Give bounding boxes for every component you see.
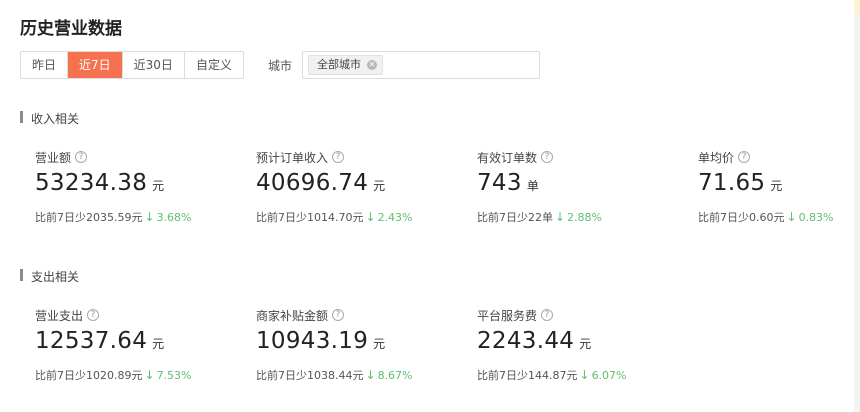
metric-label: 平台服务费 bbox=[477, 308, 538, 323]
arrow-down-icon: ↓ bbox=[555, 210, 566, 224]
city-select[interactable]: 全部城市 ✕ bbox=[301, 51, 540, 79]
help-icon[interactable]: ? bbox=[332, 151, 345, 163]
metric-value: 743 bbox=[477, 170, 522, 196]
metric-change-percent: 6.07% bbox=[591, 368, 627, 382]
metric-value: 53234.38 bbox=[35, 170, 148, 196]
arrow-down-icon: ↓ bbox=[144, 368, 155, 382]
metric-unit: 元 bbox=[152, 179, 165, 193]
arrow-down-icon: ↓ bbox=[579, 368, 590, 382]
metric-compare-text: 比前7日少1014.70元 bbox=[256, 211, 364, 224]
filter-bar: 昨日 近7日 近30日 自定义 城市 全部城市 ✕ bbox=[20, 51, 540, 79]
help-icon[interactable]: ? bbox=[541, 309, 554, 321]
metric-unit: 元 bbox=[770, 179, 783, 193]
metric-value: 12537.64 bbox=[35, 328, 148, 354]
metric-unit: 单 bbox=[526, 179, 539, 193]
metric-change-percent: 8.67% bbox=[377, 368, 413, 382]
metric-label: 营业额 bbox=[35, 150, 72, 165]
help-icon[interactable]: ? bbox=[75, 151, 88, 163]
metric-label: 商家补贴金额 bbox=[256, 308, 329, 323]
metric-revenue: 营业额 ? 53234.38 元 比前7日少2035.59元 ↓ 3.68% bbox=[35, 149, 235, 225]
date-option-custom[interactable]: 自定义 bbox=[185, 52, 243, 78]
right-edge-strip bbox=[854, 0, 860, 412]
metric-expected-order-income: 预计订单收入 ? 40696.74 元 比前7日少1014.70元 ↓ 2.43… bbox=[256, 149, 456, 225]
arrow-down-icon: ↓ bbox=[144, 210, 155, 224]
arrow-down-icon: ↓ bbox=[786, 210, 797, 224]
metric-label: 营业支出 bbox=[35, 308, 84, 323]
metric-label: 单均价 bbox=[698, 150, 735, 165]
date-range-selector: 昨日 近7日 近30日 自定义 bbox=[20, 51, 244, 79]
metric-value: 40696.74 bbox=[256, 170, 369, 196]
city-label: 城市 bbox=[267, 58, 292, 73]
arrow-down-icon: ↓ bbox=[365, 210, 376, 224]
city-tag: 全部城市 ✕ bbox=[307, 55, 383, 75]
date-option-yesterday[interactable]: 昨日 bbox=[21, 52, 69, 78]
metric-platform-service-fee: 平台服务费 ? 2243.44 元 比前7日少144.87元 ↓ 6.07% bbox=[477, 307, 677, 383]
metric-label: 有效订单数 bbox=[477, 150, 538, 165]
metric-value: 2243.44 bbox=[477, 328, 575, 354]
metric-compare-text: 比前7日少22单 bbox=[477, 211, 553, 224]
metric-merchant-subsidy: 商家补贴金额 ? 10943.19 元 比前7日少1038.44元 ↓ 8.67… bbox=[256, 307, 456, 383]
arrow-down-icon: ↓ bbox=[365, 368, 376, 382]
metric-unit: 元 bbox=[373, 337, 386, 351]
metric-value: 10943.19 bbox=[256, 328, 369, 354]
metric-compare-text: 比前7日少1038.44元 bbox=[256, 369, 364, 382]
metric-label: 预计订单收入 bbox=[256, 150, 329, 165]
metric-valid-orders: 有效订单数 ? 743 单 比前7日少22单 ↓ 2.88% bbox=[477, 149, 677, 225]
metric-value: 71.65 bbox=[698, 170, 766, 196]
metric-change-percent: 7.53% bbox=[156, 368, 192, 382]
metric-unit: 元 bbox=[152, 337, 165, 351]
metric-change-percent: 2.43% bbox=[377, 210, 413, 224]
metric-change-percent: 2.88% bbox=[567, 210, 603, 224]
section-title-income: 收入相关 bbox=[20, 110, 79, 127]
metric-change-percent: 3.68% bbox=[156, 210, 192, 224]
metric-compare-text: 比前7日少2035.59元 bbox=[35, 211, 143, 224]
metric-operating-expense: 营业支出 ? 12537.64 元 比前7日少1020.89元 ↓ 7.53% bbox=[35, 307, 235, 383]
city-tag-label: 全部城市 bbox=[316, 58, 361, 71]
metric-compare-text: 比前7日少144.87元 bbox=[477, 369, 578, 382]
date-option-last-7-days[interactable]: 近7日 bbox=[68, 52, 123, 78]
close-icon[interactable]: ✕ bbox=[366, 60, 377, 70]
page-title: 历史营业数据 bbox=[20, 19, 122, 39]
help-icon[interactable]: ? bbox=[541, 151, 554, 163]
metric-compare-text: 比前7日少1020.89元 bbox=[35, 369, 143, 382]
metric-unit: 元 bbox=[579, 337, 592, 351]
metric-avg-order-price: 单均价 ? 71.65 元 比前7日少0.60元 ↓ 0.83% bbox=[698, 149, 848, 225]
metric-unit: 元 bbox=[373, 179, 386, 193]
help-icon[interactable]: ? bbox=[332, 309, 345, 321]
metric-compare-text: 比前7日少0.60元 bbox=[698, 211, 785, 224]
section-title-expense: 支出相关 bbox=[20, 268, 79, 285]
help-icon[interactable]: ? bbox=[738, 151, 751, 163]
help-icon[interactable]: ? bbox=[87, 309, 100, 321]
metric-change-percent: 0.83% bbox=[798, 210, 834, 224]
date-option-last-30-days[interactable]: 近30日 bbox=[123, 52, 185, 78]
